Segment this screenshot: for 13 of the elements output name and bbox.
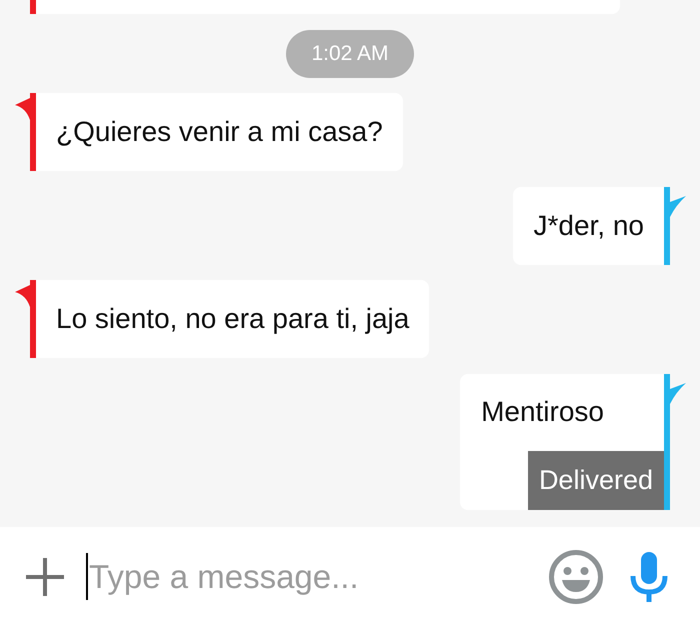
message-text: J*der, no (532, 208, 645, 242)
plus-icon (25, 556, 65, 596)
add-button[interactable] (25, 556, 65, 596)
message-input[interactable]: Type a message... (86, 553, 549, 600)
voice-button[interactable] (630, 552, 668, 602)
message-text: Lo siento, no era para ti, jaja (55, 302, 410, 336)
smiley-icon (549, 550, 603, 604)
timestamp-pill: 1:02 AM (286, 30, 414, 78)
delivery-status: Delivered (528, 450, 664, 510)
message-text: ¿Quieres venir a mi casa? (55, 115, 384, 149)
message-text: Mentiroso (480, 394, 605, 428)
emoji-button[interactable] (549, 550, 603, 604)
microphone-icon (630, 552, 668, 602)
